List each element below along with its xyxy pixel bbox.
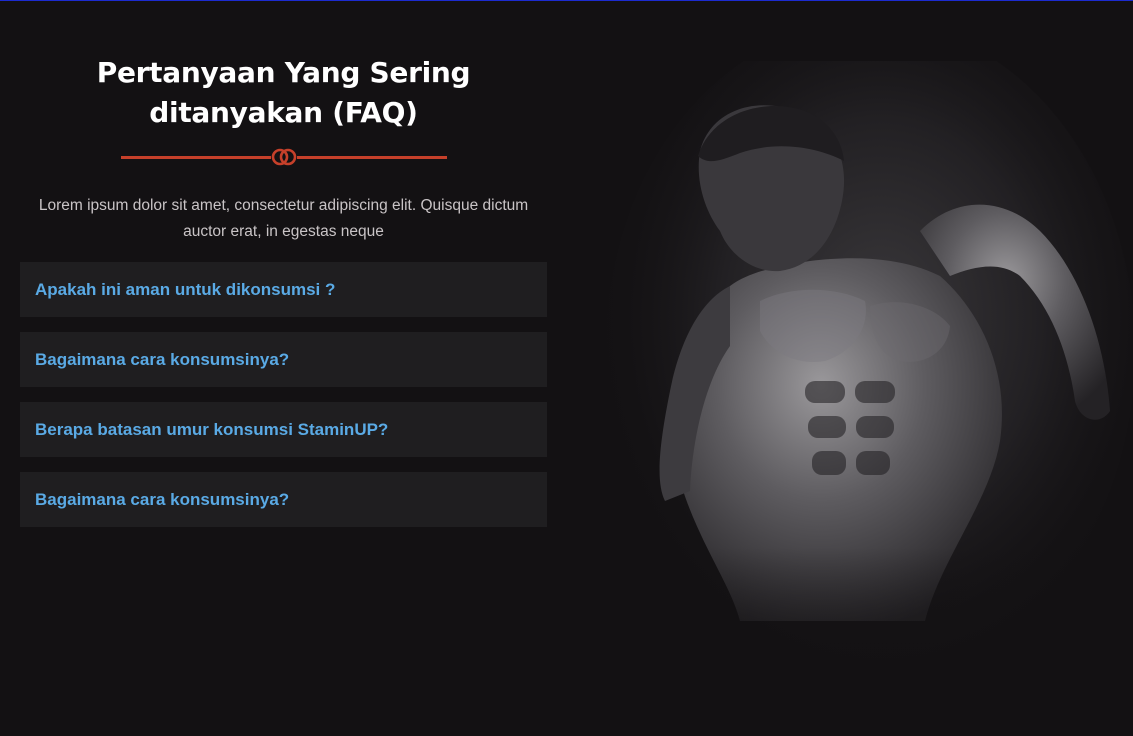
title-divider (120, 148, 447, 166)
faq-question[interactable]: Berapa batasan umur konsumsi StaminUP? (35, 420, 388, 440)
faq-intro-line-2: auctor erat, in egestas neque (183, 223, 384, 240)
faq-item[interactable]: Berapa batasan umur konsumsi StaminUP? (20, 402, 547, 457)
faq-question[interactable]: Bagaimana cara konsumsinya? (35, 350, 289, 370)
divider-line-right (296, 156, 447, 159)
faq-section: Pertanyaan Yang Sering ditanyakan (FAQ) … (20, 1, 547, 542)
faq-intro-text: Lorem ipsum dolor sit amet, consectetur … (20, 193, 547, 245)
divider-line-left (120, 156, 271, 159)
faq-title-line-2: ditanyakan (FAQ) (149, 96, 418, 129)
interlocked-rings-icon (271, 148, 296, 166)
faq-item[interactable]: Bagaimana cara konsumsinya? (20, 332, 547, 387)
faq-item[interactable]: Apakah ini aman untuk dikonsumsi ? (20, 262, 547, 317)
muscular-man-image (580, 61, 1133, 736)
faq-accordion: Apakah ini aman untuk dikonsumsi ? Bagai… (20, 262, 547, 527)
faq-intro-line-1: Lorem ipsum dolor sit amet, consectetur … (38, 197, 529, 214)
faq-item[interactable]: Bagaimana cara konsumsinya? (20, 472, 547, 527)
faq-title: Pertanyaan Yang Sering ditanyakan (FAQ) (20, 53, 547, 133)
faq-question[interactable]: Apakah ini aman untuk dikonsumsi ? (35, 280, 335, 300)
faq-question[interactable]: Bagaimana cara konsumsinya? (35, 490, 289, 510)
faq-title-line-1: Pertanyaan Yang Sering (96, 56, 471, 89)
